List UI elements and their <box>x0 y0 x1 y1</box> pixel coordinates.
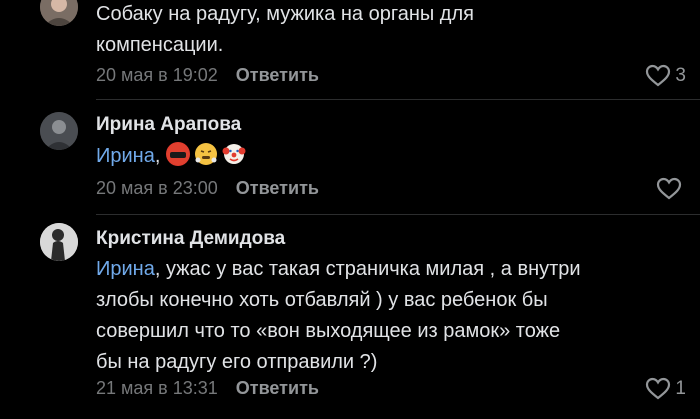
heart-icon <box>656 177 682 200</box>
comment-text: Собаку на радугу, мужика на органы для к… <box>96 3 474 56</box>
comment-author[interactable]: Кристина Демидова <box>96 228 285 250</box>
like-count: 3 <box>675 65 686 86</box>
reply-button[interactable]: Ответить <box>236 378 319 398</box>
reply-button[interactable]: Ответить <box>236 178 319 198</box>
reply-button[interactable]: Ответить <box>236 65 319 85</box>
comment-meta: 21 мая в 13:31 Ответить <box>96 378 319 399</box>
user-photo-icon <box>40 112 78 150</box>
clown-face-icon <box>222 142 246 166</box>
avatar[interactable] <box>40 0 78 26</box>
like-button[interactable]: 3 <box>645 64 686 88</box>
comment-3: Кристина Демидова Ирина, ужас у вас така… <box>0 215 700 419</box>
comment-text: Ирина, ужас у вас такая страничка милая … <box>96 258 581 373</box>
mention-link[interactable]: Ирина <box>96 258 155 280</box>
avatar[interactable] <box>40 112 78 150</box>
comment-2: Ирина Арапова Ирина, 20 мая в 23:00 Ответ… <box>0 100 700 215</box>
comment-date: 20 мая в 19:02 <box>96 65 218 85</box>
comment-meta: 20 мая в 23:00 Ответить <box>96 178 319 199</box>
comment-date: 20 мая в 23:00 <box>96 178 218 198</box>
like-button[interactable]: 1 <box>645 377 686 401</box>
heart-icon <box>646 64 671 87</box>
mention-link[interactable]: Ирина <box>96 145 155 167</box>
comment-1: Собаку на радугу, мужика на органы для к… <box>0 0 700 100</box>
avatar[interactable] <box>40 223 78 261</box>
heart-icon <box>646 377 671 400</box>
cursing-face-icon <box>165 142 190 166</box>
comment-text: Ирина, <box>96 141 686 172</box>
user-photo-icon <box>40 223 78 261</box>
like-count: 1 <box>675 378 686 399</box>
like-button[interactable] <box>656 177 686 201</box>
comment-author[interactable]: Ирина Арапова <box>96 114 241 136</box>
comment-date: 21 мая в 13:31 <box>96 378 218 398</box>
steaming-nose-face-icon <box>194 142 218 166</box>
comment-meta: 20 мая в 19:02 Ответить <box>96 65 319 86</box>
user-photo-icon <box>40 0 78 26</box>
